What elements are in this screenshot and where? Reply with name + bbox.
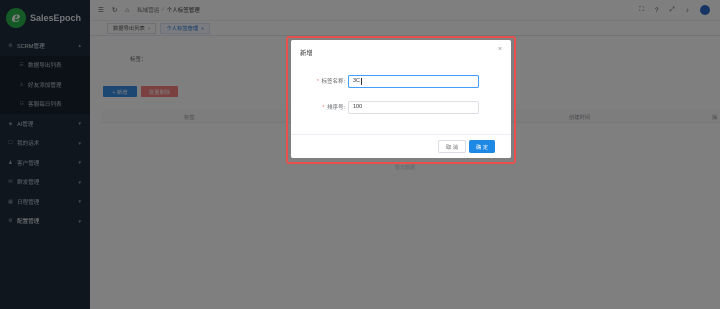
input-value: 3C (353, 78, 361, 84)
label-text: 标签名称: (321, 79, 345, 85)
sort-order-input[interactable]: 100 (348, 100, 479, 114)
close-icon[interactable]: × (498, 46, 502, 53)
form-row-sort-order: * 排序号: 100 (291, 100, 511, 114)
form-row-tag-name: * 标签名称: 3C (291, 74, 511, 88)
cancel-button[interactable]: 取 消 (438, 140, 466, 153)
label-text: 排序号: (326, 105, 345, 111)
text-caret (360, 77, 362, 85)
required-mark: * (316, 79, 319, 85)
form-label: * 排序号: (291, 103, 348, 111)
dialog-title: 新增 (300, 50, 313, 57)
tag-name-input[interactable]: 3C (348, 74, 479, 88)
confirm-button[interactable]: 确 定 (469, 140, 495, 153)
input-value: 100 (353, 104, 363, 110)
add-tag-dialog: 新增 × * 标签名称: 3C * 排序号: 100 取 消 确 定 (291, 40, 511, 158)
form-label: * 标签名称: (291, 77, 348, 85)
required-mark: * (322, 105, 325, 111)
dialog-footer: 取 消 确 定 (291, 134, 511, 158)
